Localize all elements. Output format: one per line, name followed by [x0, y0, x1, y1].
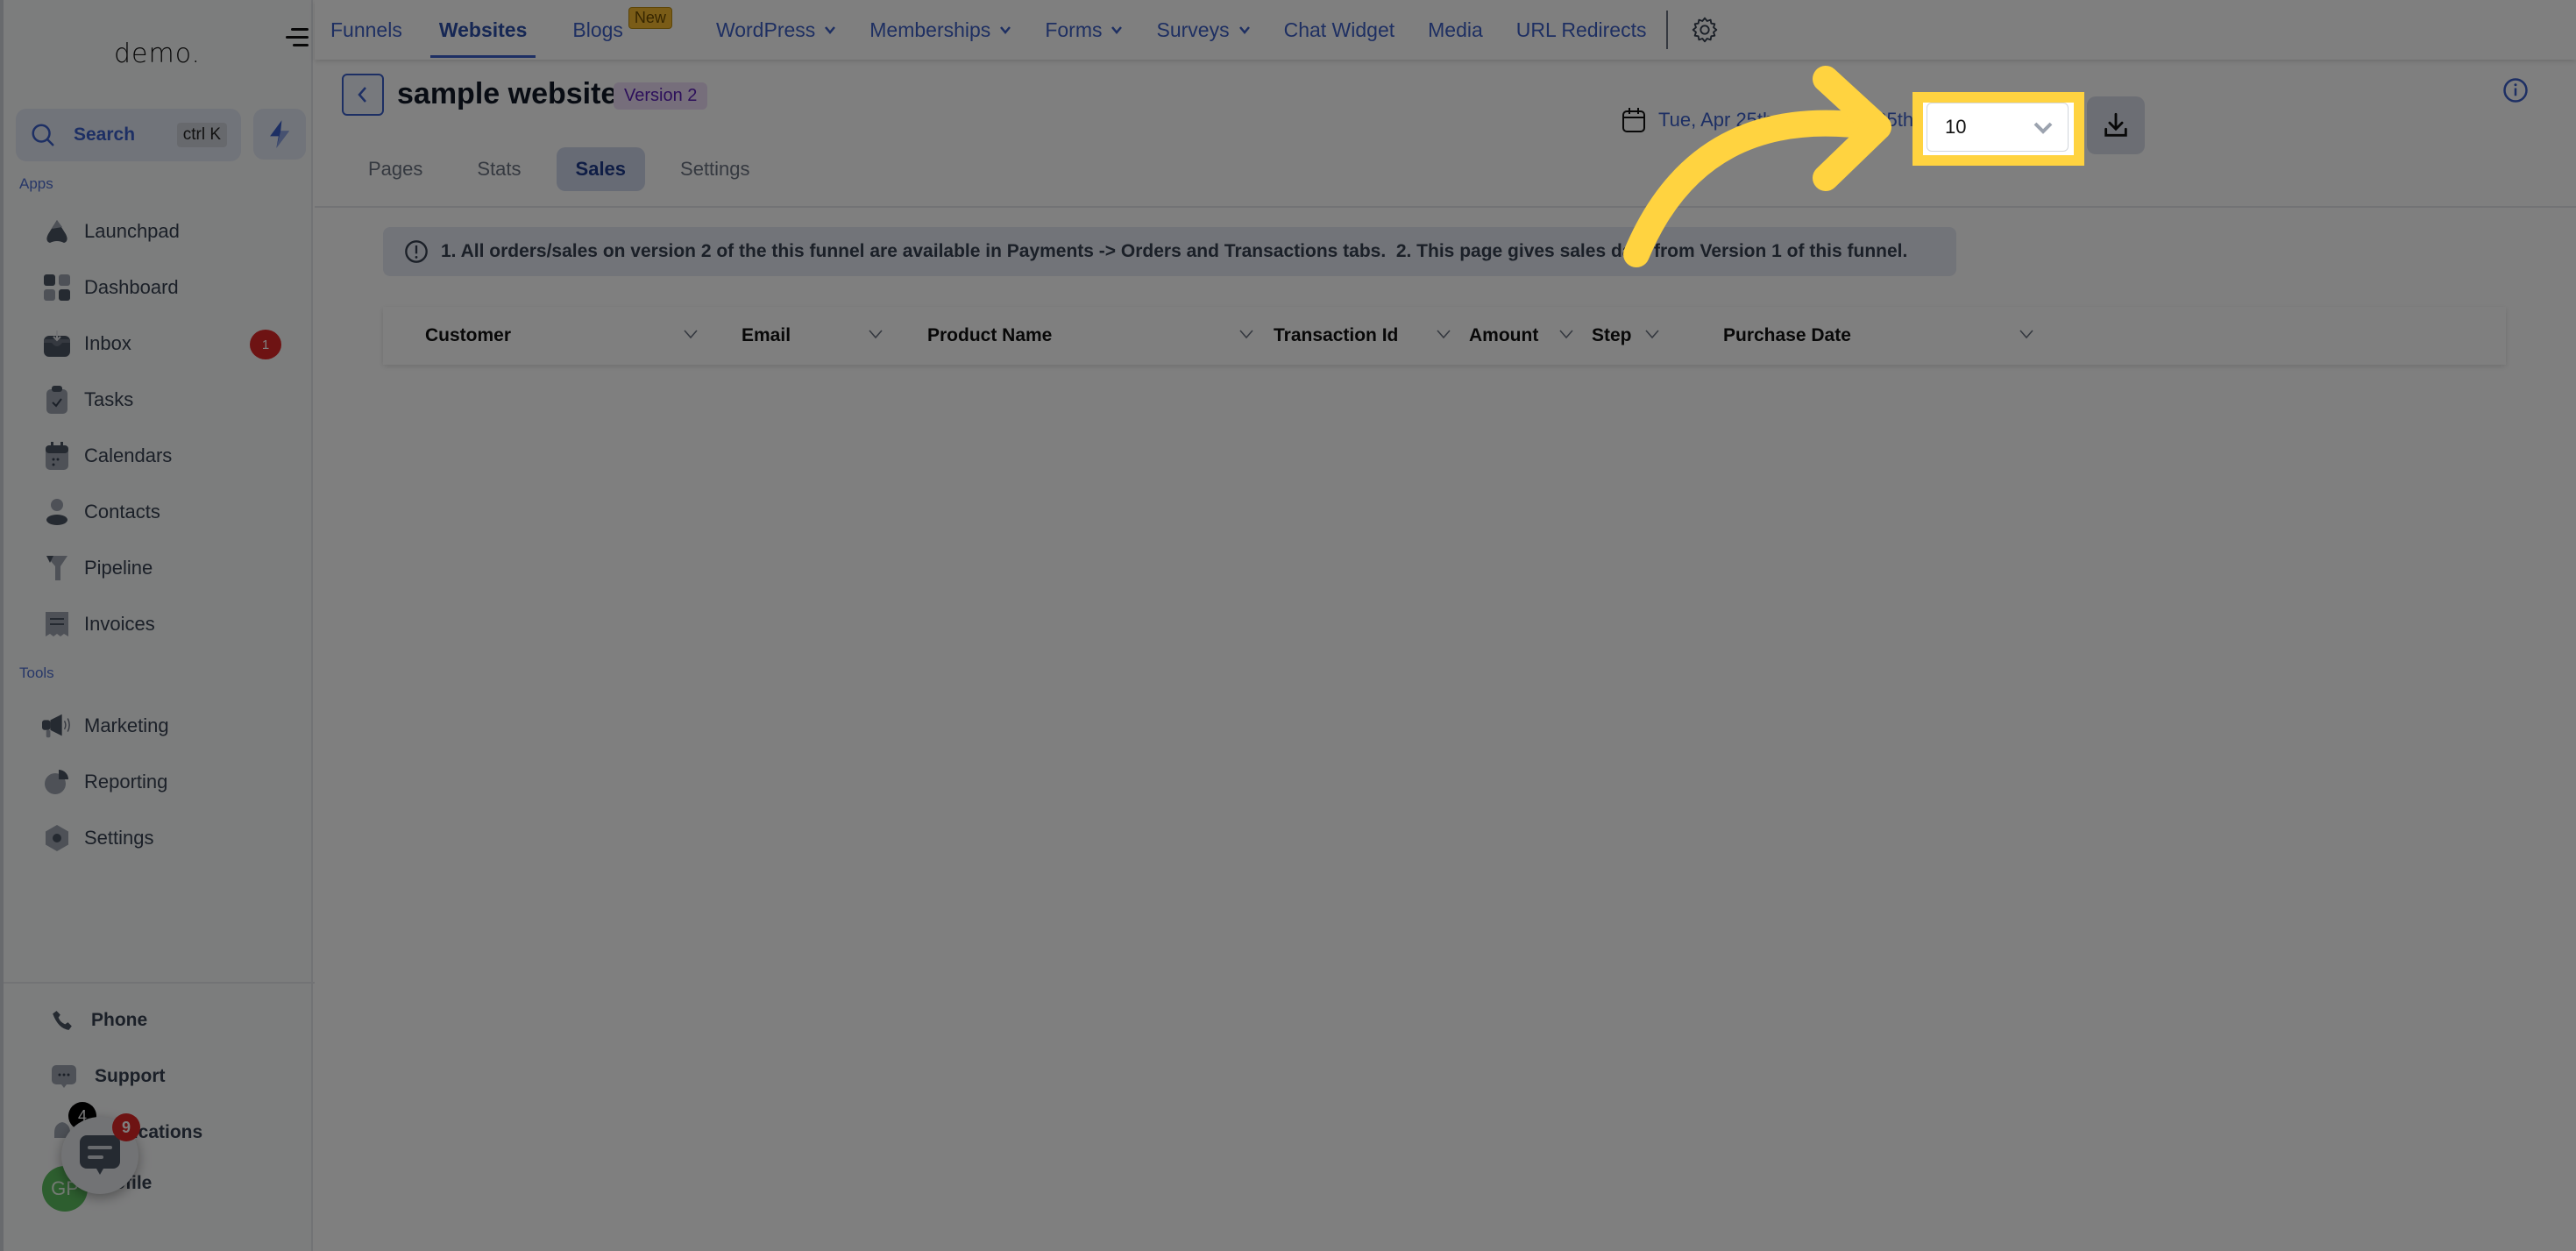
column-header-customer[interactable]: Customer [425, 307, 511, 365]
phone-icon [53, 1011, 72, 1030]
page-title: sample website [397, 77, 618, 110]
back-button[interactable] [342, 74, 384, 116]
column-header-step[interactable]: Step [1592, 307, 1632, 365]
inbox-icon [42, 329, 72, 359]
sidebar-divider [4, 982, 315, 984]
logo: demo. [114, 39, 202, 69]
new-badge: New [628, 7, 672, 29]
sidebar-item-calendars[interactable]: Calendars [42, 437, 172, 475]
sidebar-item-tasks[interactable]: Tasks [42, 380, 133, 419]
page-size-value: 10 [1945, 116, 1967, 138]
nav-media[interactable]: Media [1428, 0, 1483, 60]
download-icon [2104, 112, 2127, 137]
sidebar: demo. Search ctrl K Apps Launchpad Dashb… [0, 0, 315, 1251]
sales-table-header: Customer Email Product Name Transaction … [383, 307, 2506, 365]
pie-chart-icon [42, 767, 72, 797]
quick-actions-button[interactable] [253, 109, 306, 160]
search-shortcut: ctrl K [176, 123, 227, 147]
info-icon[interactable] [2502, 77, 2529, 103]
sidebar-item-support[interactable]: Support [51, 1059, 165, 1094]
nav-surveys[interactable]: Surveys [1156, 0, 1250, 60]
lightning-icon [270, 120, 289, 148]
rocket-icon [42, 217, 72, 246]
settings-hex-icon [42, 823, 72, 853]
chevron-down-icon [825, 26, 836, 34]
header-divider [315, 206, 2576, 208]
search-icon [32, 124, 54, 146]
chevron-down-icon[interactable] [868, 328, 884, 340]
page-tabs: Pages Stats Sales Settings [349, 147, 785, 191]
search-label: Search [74, 124, 136, 145]
section-label-tools: Tools [19, 665, 54, 681]
nav-divider [1665, 11, 1668, 49]
grid-icon [42, 273, 72, 302]
chevron-down-icon[interactable] [683, 328, 699, 340]
column-header-product-name[interactable]: Product Name [927, 307, 1052, 365]
info-alert: 1. All orders/sales on version 2 of the … [383, 227, 1956, 276]
exclamation-circle-icon [405, 240, 428, 263]
calendar-icon [1622, 108, 1645, 132]
tab-stats[interactable]: Stats [458, 147, 540, 191]
clipboard-check-icon [42, 385, 72, 415]
sidebar-item-contacts[interactable]: Contacts [42, 493, 160, 531]
chat-widget-badge: 9 [112, 1113, 140, 1141]
chevron-down-icon[interactable] [1436, 328, 1451, 340]
sidebar-item-reporting[interactable]: Reporting [42, 763, 167, 801]
nav-url-redirects[interactable]: URL Redirects [1516, 0, 1647, 60]
nav-chat-widget[interactable]: Chat Widget [1284, 0, 1395, 60]
inbox-unread-badge: 1 [250, 330, 281, 359]
funnel-icon [42, 553, 72, 583]
nav-blogs[interactable]: Blogs New [572, 0, 672, 60]
sidebar-item-marketing[interactable]: Marketing [42, 707, 169, 745]
search-button[interactable]: Search ctrl K [16, 109, 241, 161]
chevron-down-icon[interactable] [1644, 328, 1660, 340]
chevron-left-icon [358, 87, 366, 103]
sidebar-item-inbox[interactable]: Inbox [42, 324, 131, 363]
sidebar-item-pipeline[interactable]: Pipeline [42, 549, 153, 587]
nav-funnels[interactable]: Funnels [330, 0, 402, 60]
chevron-down-icon[interactable] [2019, 328, 2034, 340]
chevron-down-icon [2033, 122, 2053, 134]
page-size-select[interactable]: 10 [1927, 103, 2069, 152]
sidebar-item-launchpad[interactable]: Launchpad [42, 212, 180, 251]
tab-settings[interactable]: Settings [661, 147, 770, 191]
megaphone-icon [42, 711, 72, 741]
alert-text: 1. All orders/sales on version 2 of the … [441, 241, 1908, 261]
column-header-email[interactable]: Email [742, 307, 791, 365]
sidebar-item-invoices[interactable]: Invoices [42, 605, 155, 643]
chat-widget-icon [80, 1135, 120, 1175]
receipt-icon [42, 609, 72, 639]
nav-forms[interactable]: Forms [1045, 0, 1123, 60]
user-icon [42, 497, 72, 527]
chat-bubble-icon [52, 1065, 76, 1088]
date-range-picker[interactable]: Tue, Apr 25th - Thu, May 25th [1622, 107, 1913, 133]
chevron-down-icon [1111, 26, 1123, 34]
gear-icon[interactable] [1691, 16, 1719, 44]
sidebar-item-phone[interactable]: Phone [51, 1003, 147, 1038]
sidebar-item-dashboard[interactable]: Dashboard [42, 268, 179, 307]
chevron-down-icon[interactable] [1238, 328, 1254, 340]
version-badge: Version 2 [614, 82, 708, 110]
top-nav: Funnels Websites Blogs New WordPress Memb… [315, 0, 2576, 60]
column-header-transaction-id[interactable]: Transaction Id [1274, 307, 1398, 365]
section-label-apps: Apps [19, 175, 53, 192]
chevron-down-icon [1000, 26, 1011, 34]
nav-wordpress[interactable]: WordPress [716, 0, 836, 60]
tab-pages[interactable]: Pages [349, 147, 442, 191]
date-range-label: Tue, Apr 25th - Thu, May 25th [1658, 109, 1914, 131]
calendar-icon [42, 441, 72, 471]
nav-websites[interactable]: Websites [429, 0, 536, 60]
chevron-down-icon[interactable] [1558, 328, 1574, 340]
menu-toggle-icon[interactable] [286, 26, 309, 49]
column-header-amount[interactable]: Amount [1469, 307, 1538, 365]
chevron-down-icon [1238, 26, 1250, 34]
sidebar-item-settings[interactable]: Settings [42, 819, 154, 857]
tab-sales[interactable]: Sales [556, 147, 646, 191]
column-header-purchase-date[interactable]: Purchase Date [1723, 307, 1851, 365]
nav-memberships[interactable]: Memberships [869, 0, 1011, 60]
download-button[interactable] [2087, 96, 2145, 154]
